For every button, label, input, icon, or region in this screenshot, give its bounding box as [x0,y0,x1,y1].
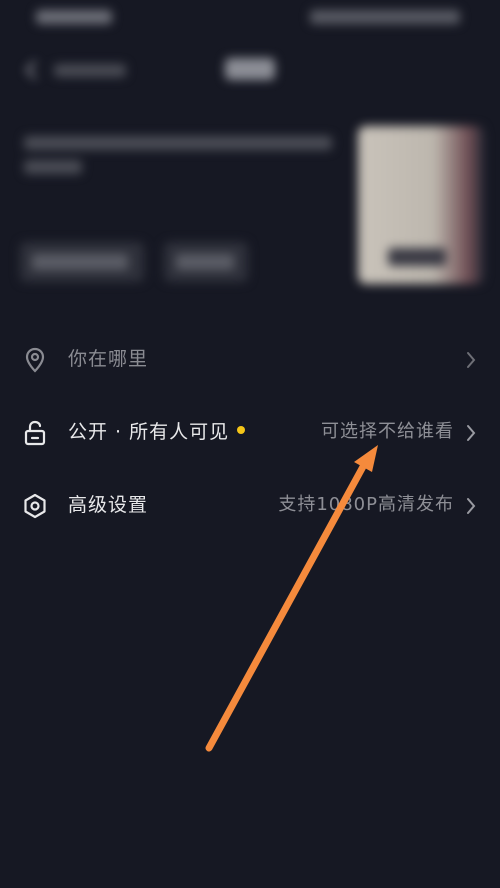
hexagon-settings-icon [24,493,46,519]
advanced-settings-value: 支持1080P高清发布 [278,494,454,515]
status-carrier [36,10,112,24]
location-row[interactable]: 你在哪里 [0,331,500,387]
location-pin-icon [25,347,45,373]
caption-text[interactable] [24,136,332,150]
status-indicators [310,10,460,24]
visibility-value: 可选择不给谁看 [321,421,454,442]
publish-page: 你在哪里 公开 · 所有人可见 可选择不给谁看 高级设置 支持1080P高清发布 [0,0,500,888]
advanced-settings-row[interactable]: 高级设置 支持1080P高清发布 [0,477,500,533]
back-arrow-icon[interactable] [24,60,38,80]
chevron-right-icon [467,425,476,441]
chevron-right-icon [467,352,476,368]
new-indicator-dot [237,426,246,434]
advanced-settings-label: 高级设置 [68,494,149,516]
mention-chip[interactable] [164,242,248,282]
hashtag-chip[interactable] [20,242,144,282]
video-cover-thumbnail[interactable] [358,126,484,284]
visibility-label: 公开 · 所有人可见 [68,418,246,446]
visibility-row[interactable]: 公开 · 所有人可见 可选择不给谁看 [0,404,500,460]
location-label: 你在哪里 [68,348,149,370]
unlock-icon [24,420,46,446]
status-bar [0,0,500,36]
header [0,48,500,92]
cover-label [388,248,446,266]
page-title [225,58,275,80]
chevron-right-icon [467,498,476,514]
caption-text-line-2[interactable] [24,160,82,174]
back-label[interactable] [54,64,126,77]
blurred-region [0,0,500,300]
